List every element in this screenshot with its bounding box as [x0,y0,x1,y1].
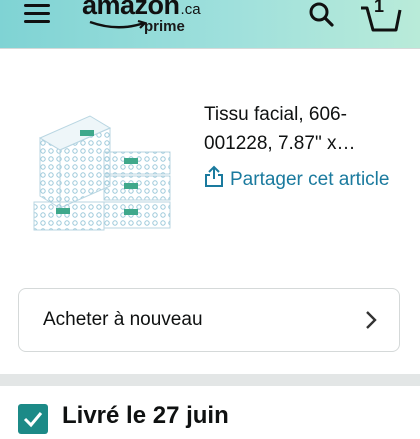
chevron-right-icon [366,311,377,329]
product-title[interactable]: Tissu facial, 606-001228, 7.87" x… [204,100,404,158]
share-label: Partager cet article [230,169,390,190]
tissue-boxes-image [33,115,171,231]
cart-count: 1 [374,0,385,16]
check-icon [18,404,48,434]
top-header: amazon.ca prime 1 [0,0,420,48]
header-divider [0,48,420,49]
buy-again-label: Acheter à nouveau [43,309,203,330]
cart-button[interactable]: 1 [358,0,402,36]
hamburger-menu-icon[interactable] [24,4,50,24]
buy-again-button[interactable]: Acheter à nouveau [18,288,400,352]
share-icon [205,165,223,187]
product-image[interactable] [32,108,182,238]
search-icon[interactable] [306,0,338,32]
logo-word: amazon [82,0,180,20]
logo-prime: prime [144,18,185,35]
logo-tld: .ca [180,1,201,18]
smile-arrow-icon [89,20,148,29]
amazon-prime-logo[interactable]: amazon.ca prime [82,0,201,35]
delivery-status: Livré le 27 juin [62,402,229,429]
share-link[interactable]: Partager cet article [204,165,404,194]
section-separator [0,374,420,386]
